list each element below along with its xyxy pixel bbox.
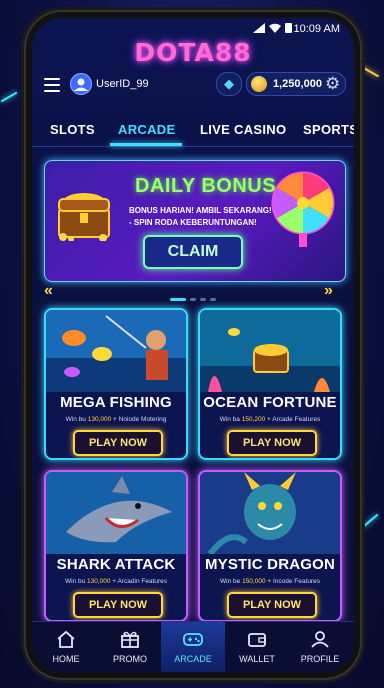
banner-line-1: BONUS HARIAN! AMBIL SEKARANG! <box>129 206 272 215</box>
nav-label: PROFILE <box>300 654 340 664</box>
banner-subtitle: BONUS HARIAN! AMBIL SEKARANG! - SPIN ROD… <box>129 205 279 229</box>
game-title: MEGA FISHING <box>60 394 172 411</box>
game-title: OCEAN FORTUNE <box>203 394 337 411</box>
play-now-button[interactable]: PLAY NOW <box>227 430 317 456</box>
nav-label: WALLET <box>239 654 275 664</box>
status-icons <box>253 22 292 33</box>
wallet-icon <box>248 633 266 647</box>
nav-label: HOME <box>52 654 80 664</box>
claim-button[interactable]: CLAIM <box>143 235 243 269</box>
balance-amount: 1,250,000 <box>273 78 322 90</box>
gear-icon[interactable]: ⚙ <box>325 74 340 94</box>
treasure-chest-icon <box>58 193 110 241</box>
game-description: Win be 150,000 + Incode Features <box>220 578 320 585</box>
battery-icon <box>285 23 292 33</box>
fishing-art <box>46 310 186 392</box>
game-card-mystic-dragon[interactable]: MYSTIC DRAGON Win be 150,000 + Incode Fe… <box>198 470 342 622</box>
game-card-ocean-fortune[interactable]: OCEAN FORTUNE Win ba 150,200 + Arcade Fe… <box>198 308 342 460</box>
user-icon <box>311 631 329 648</box>
daily-bonus-banner[interactable]: DAILY BONUS BONUS HARIAN! AMBIL SEKARANG… <box>44 160 346 282</box>
top-bar: UserID_99 ◆ 1,250,000 ⚙ <box>32 70 354 102</box>
game-description: Win bu 130,000 + Noiode Motering <box>65 416 167 423</box>
user-avatar-icon <box>74 78 88 91</box>
game-description: Win ba 150,200 + Arcade Features <box>219 416 321 423</box>
coin-icon <box>251 76 267 92</box>
carousel-dots <box>32 288 354 306</box>
user-id: UserID_99 <box>96 78 149 90</box>
fortune-wheel-icon <box>271 171 335 247</box>
home-icon <box>57 630 75 648</box>
bottom-nav: HOME PROMO ARCADE WALLET PROFILE <box>32 621 354 672</box>
dragon-art <box>200 472 340 554</box>
banner-line-2: - SPIN RODA KEBERUNTUNGAN! <box>129 218 257 227</box>
tab-sports[interactable]: SPORTS <box>303 122 354 137</box>
brand-logo: DOTA88 <box>134 38 252 67</box>
diamond-icon[interactable]: ◆ <box>216 72 242 96</box>
menu-icon[interactable] <box>44 78 60 92</box>
gamepad-icon <box>183 633 203 646</box>
game-description: Win bu 130,000 + Arcadin Features <box>64 578 168 585</box>
nav-arcade[interactable]: ARCADE <box>161 622 225 672</box>
game-card-mega-fishing[interactable]: MEGA FISHING Win bu 130,000 + Noiode Mot… <box>44 308 188 460</box>
game-title: MYSTIC DRAGON <box>204 556 336 573</box>
tab-slots[interactable]: SLOTS <box>50 122 95 137</box>
active-tab-indicator <box>110 143 182 146</box>
wifi-icon <box>269 23 281 33</box>
ocean-art <box>200 310 340 392</box>
nav-profile[interactable]: PROFILE <box>288 622 352 672</box>
game-title: SHARK ATTACK <box>56 556 176 573</box>
carousel-next-icon[interactable]: » <box>324 282 333 300</box>
nav-promo[interactable]: PROMO <box>98 622 162 672</box>
nav-home[interactable]: HOME <box>34 622 98 672</box>
status-bar: 10:09 AM <box>32 18 354 40</box>
banner-title: DAILY BONUS <box>135 175 277 197</box>
game-card-shark-attack[interactable]: SHARK ATTACK Win bu 130,000 + Arcadin Fe… <box>44 470 188 622</box>
play-now-button[interactable]: PLAY NOW <box>227 592 317 618</box>
play-now-button[interactable]: PLAY NOW <box>73 430 163 456</box>
status-time: 10:09 AM <box>293 23 340 35</box>
category-tabs: SLOTS ARCADE LIVE CASINO SPORTS <box>32 112 354 147</box>
tab-live-casino[interactable]: LIVE CASINO <box>200 122 286 137</box>
nav-label: ARCADE <box>174 654 212 664</box>
play-now-button[interactable]: PLAY NOW <box>73 592 163 618</box>
nav-label: PROMO <box>112 654 147 664</box>
signal-icon <box>253 22 265 33</box>
shark-art <box>46 472 186 554</box>
nav-wallet[interactable]: WALLET <box>225 622 289 672</box>
gift-icon <box>121 631 139 648</box>
tab-arcade[interactable]: ARCADE <box>118 122 175 137</box>
avatar[interactable] <box>70 73 92 95</box>
app-screen: 10:09 AM DOTA88 UserID_99 ◆ 1,250,000 ⚙ … <box>32 18 354 672</box>
